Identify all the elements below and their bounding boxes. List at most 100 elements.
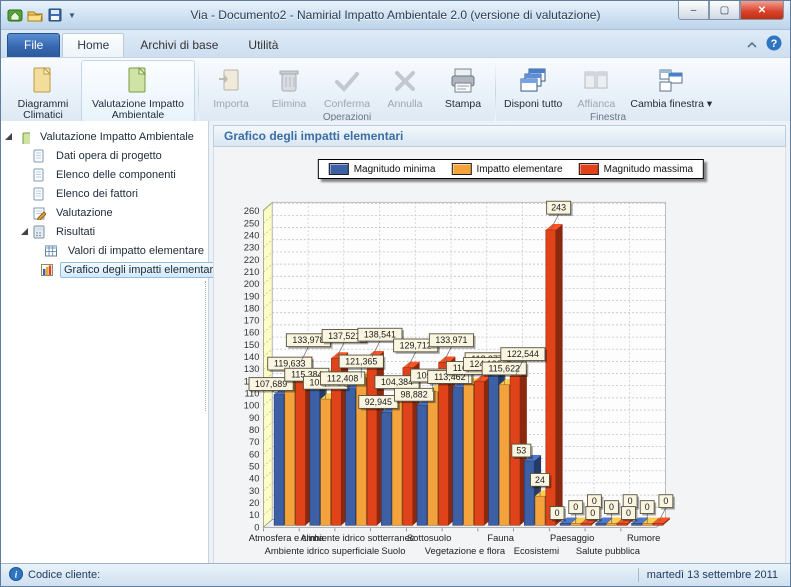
x-axis-label: Ambiente idrico sotterraneo: [300, 533, 415, 543]
status-bar: i Codice cliente: martedì 13 settembre 2…: [1, 563, 790, 586]
tree-item-dati-opera-di-progetto[interactable]: Dati opera di progetto: [1, 146, 208, 165]
main-panel: Grafico degli impatti elementari Magnitu…: [209, 121, 790, 564]
tree-indent: [37, 247, 41, 255]
svg-text:180: 180: [244, 303, 260, 313]
maximize-button[interactable]: ▢: [709, 1, 740, 20]
tree-item-valutazione-impatto-ambientale[interactable]: Valutazione Impatto Ambientale: [1, 127, 208, 146]
svg-text:40: 40: [249, 474, 259, 484]
svg-text:100: 100: [244, 401, 260, 411]
svg-text:0: 0: [628, 496, 633, 506]
tree-item-label: Dati opera di progetto: [52, 148, 166, 164]
svg-text:0: 0: [645, 502, 650, 512]
doc-white-icon: [32, 149, 48, 163]
value-label: 98,882: [395, 388, 436, 405]
chart-region: Magnitudo minimaImpatto elementareMagnit…: [213, 147, 786, 564]
doc-green-icon: [122, 63, 154, 97]
x-axis-label: Sottosuolo: [407, 533, 451, 543]
annulla-button: Annulla: [376, 60, 434, 111]
svg-text:?: ?: [771, 38, 778, 50]
svg-text:0: 0: [590, 508, 595, 518]
ribbon-button-label: Annulla: [387, 99, 422, 110]
svg-text:98,882: 98,882: [400, 390, 427, 400]
ribbon-button-label: Importa: [213, 99, 249, 110]
diagrammi-climatici-button[interactable]: Diagrammi Climatici: [5, 60, 81, 122]
tab-archivi-di-base[interactable]: Archivi di base: [126, 34, 232, 57]
disponi-tutto-button[interactable]: Disponi tutto: [499, 60, 567, 111]
svg-text:260: 260: [244, 206, 260, 216]
tree-item-elenco-delle-componenti[interactable]: Elenco delle componenti: [1, 165, 208, 184]
ribbon-button-label: Affianca: [578, 99, 616, 110]
client-code-label: Codice cliente:: [28, 569, 100, 581]
svg-text:130: 130: [244, 364, 260, 374]
svg-text:243: 243: [551, 203, 566, 213]
svg-text:230: 230: [244, 243, 260, 253]
svg-text:104,384: 104,384: [381, 377, 413, 387]
svg-text:140: 140: [244, 352, 260, 362]
quickaccess-caret-icon[interactable]: ▼: [68, 11, 76, 20]
tab-file[interactable]: File: [7, 33, 60, 57]
tab-utilit[interactable]: Utilità: [234, 34, 292, 57]
tab-home[interactable]: Home: [62, 33, 124, 57]
x-axis-label: Fauna: [487, 533, 514, 543]
content-area: Valutazione Impatto Ambientale Dati opera…: [1, 121, 790, 564]
tree-item-valutazione[interactable]: Valutazione: [1, 203, 208, 222]
tree-item-risultati[interactable]: Risultati: [1, 222, 208, 241]
tree-item-valori-di-impatto-elementare[interactable]: Valori di impatto elementare: [1, 241, 208, 260]
svg-text:112,408: 112,408: [327, 373, 358, 383]
ribbon-button-label: Stampa: [445, 99, 481, 110]
conferma-button: Conferma: [318, 60, 376, 111]
calc-icon: [32, 225, 48, 239]
svg-text:107,689: 107,689: [255, 379, 287, 389]
svg-text:250: 250: [244, 218, 260, 228]
expander-icon[interactable]: [5, 133, 13, 141]
x-axis-label: Ecosistemi: [514, 546, 559, 556]
tree-indent: [21, 152, 29, 160]
navigation-tree: Valutazione Impatto Ambientale Dati opera…: [1, 121, 209, 564]
svg-text:0: 0: [254, 522, 259, 532]
check-icon: [331, 63, 363, 97]
value-label: 0: [622, 507, 638, 524]
open-folder-icon[interactable]: [27, 7, 43, 23]
ribbon-button-label: Elimina: [272, 99, 306, 110]
help-icon[interactable]: ?: [766, 35, 782, 56]
quick-access-toolbar: ▼: [1, 7, 76, 23]
app-icon[interactable]: [7, 7, 23, 23]
save-icon[interactable]: [47, 7, 63, 23]
ribbon-tabstrip: FileHomeArchivi di baseUtilità ?: [1, 30, 790, 58]
switchwin-icon: [655, 63, 687, 97]
legend-swatch: [579, 163, 599, 175]
ribbon-group-separator: [495, 62, 496, 122]
legend-item-magnitudo-massima: Magnitudo massima: [579, 163, 693, 175]
cascade-icon: [517, 63, 549, 97]
close-button[interactable]: ✕: [740, 1, 784, 20]
doc-white-icon: [32, 168, 48, 182]
tree-item-grafico-degli-impatti-elementari[interactable]: Grafico degli impatti elementari: [1, 260, 208, 279]
doc-green-icon: [16, 130, 32, 144]
cambia-finestra-button[interactable]: Cambia finestra ▾: [625, 60, 717, 111]
table-icon: [44, 244, 60, 258]
minimize-ribbon-icon[interactable]: [746, 37, 758, 55]
tree-item-elenco-dei-fattori[interactable]: Elenco dei fattori: [1, 184, 208, 203]
svg-text:60: 60: [249, 449, 259, 459]
svg-text:115,622: 115,622: [489, 363, 520, 373]
ribbon-group-separator: [198, 62, 199, 122]
svg-text:30: 30: [249, 486, 259, 496]
svg-text:0: 0: [626, 508, 631, 518]
ribbon-button-label: Conferma: [324, 99, 370, 110]
panel-splitter[interactable]: [205, 281, 209, 411]
svg-text:53: 53: [516, 446, 526, 456]
ribbon-button-label: Disponi tutto: [504, 99, 562, 110]
x-axis-label: Rumore: [627, 533, 660, 543]
legend-label: Magnitudo massima: [604, 164, 693, 175]
expander-icon[interactable]: [21, 228, 29, 236]
chart-legend: Magnitudo minimaImpatto elementareMagnit…: [318, 159, 704, 179]
svg-text:0: 0: [592, 496, 597, 506]
window-controls: – ▢ ✕: [678, 1, 784, 20]
valutazione-impatto-ambientale-button[interactable]: Valutazione Impatto Ambientale: [81, 60, 195, 122]
minimize-button[interactable]: –: [678, 1, 709, 20]
cross-icon: [389, 63, 421, 97]
legend-label: Impatto elementare: [476, 164, 562, 175]
stampa-button[interactable]: Stampa: [434, 60, 492, 111]
tile-icon: [580, 63, 612, 97]
value-label: 0: [586, 507, 602, 524]
